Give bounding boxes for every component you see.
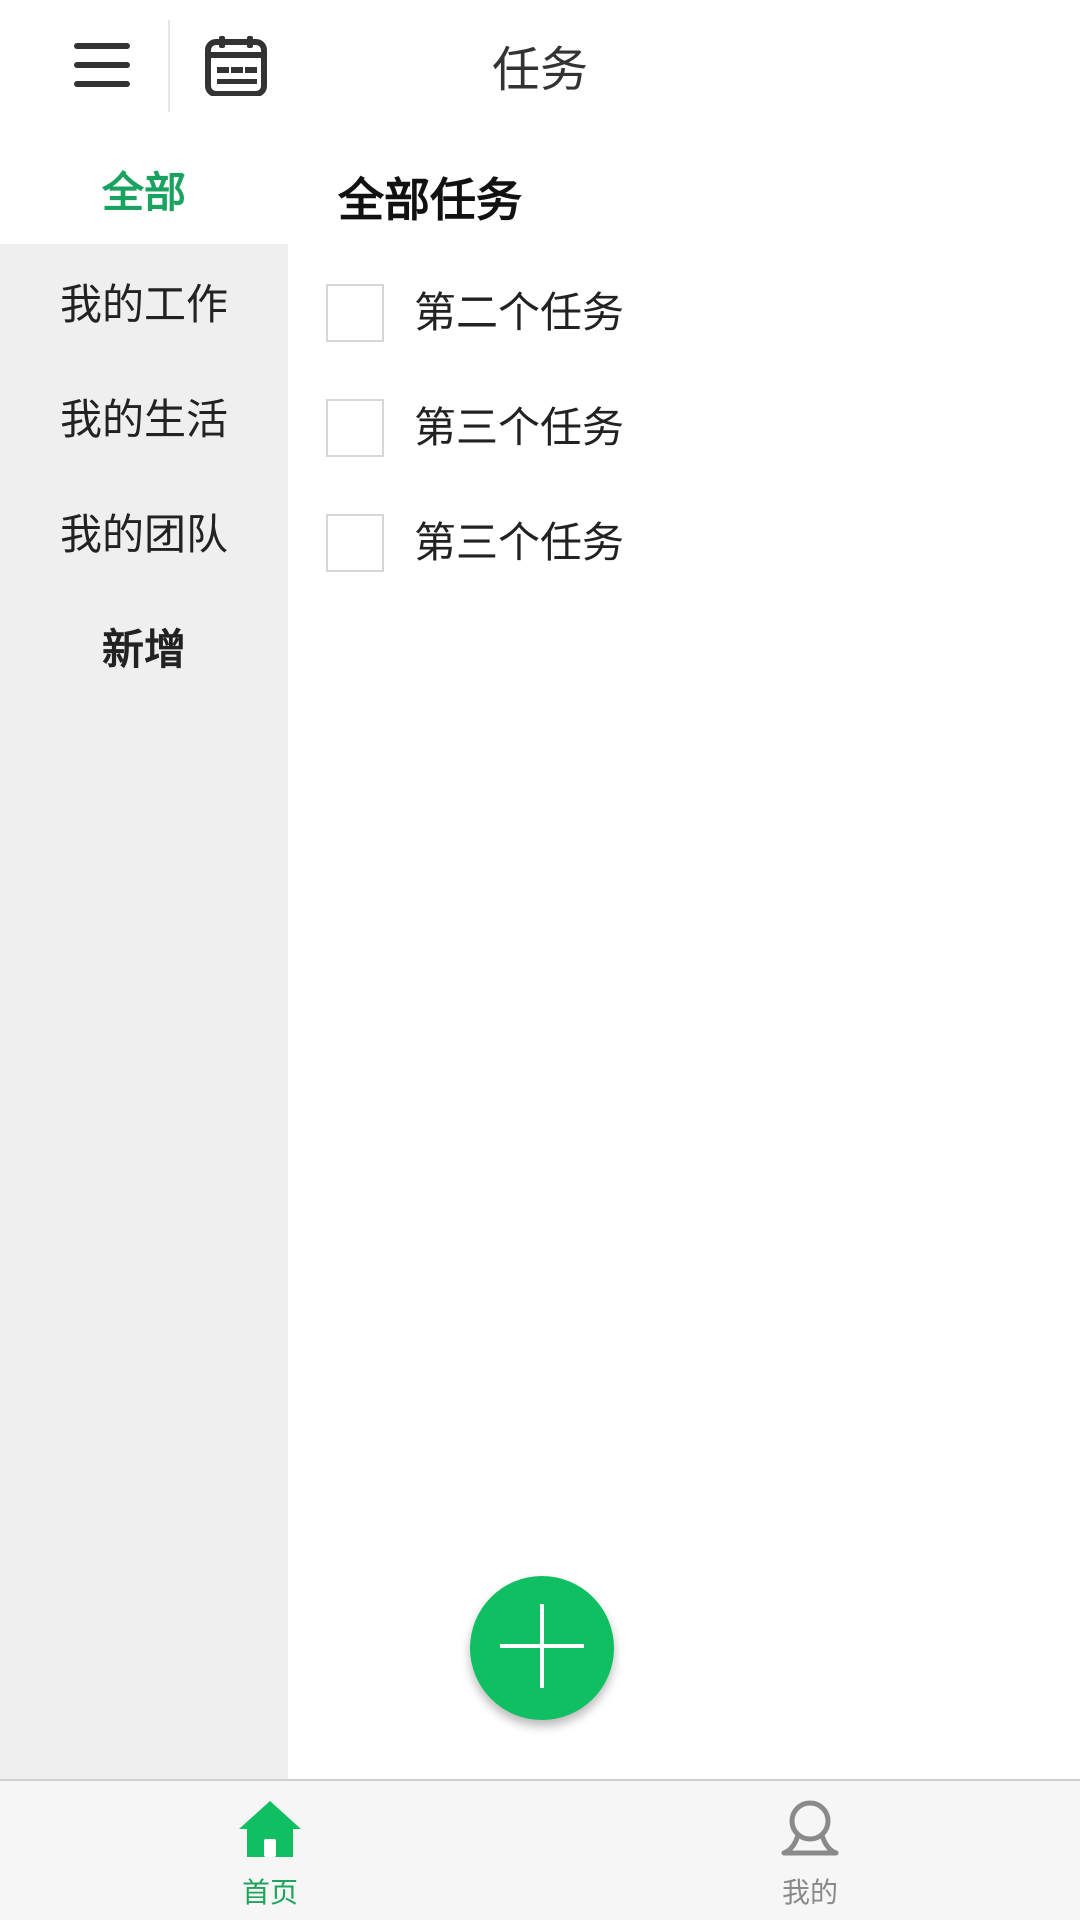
sidebar-item-my-life[interactable]: 我的生活 xyxy=(0,359,288,474)
menu-button[interactable] xyxy=(50,20,154,114)
sidebar-item-all[interactable]: 全部 xyxy=(0,134,288,244)
hamburger-menu-icon xyxy=(74,41,130,93)
section-title: 全部任务 xyxy=(338,173,522,227)
top-header: 任务 xyxy=(0,0,1080,134)
home-icon xyxy=(237,1799,303,1863)
task-panel: 全部任务 第二个任务 第三个任务 第三个任务 xyxy=(288,134,1080,1779)
task-label: 第三个任务 xyxy=(414,403,625,452)
bottom-tab-bar: 首页 我的 xyxy=(0,1779,1080,1920)
task-row[interactable]: 第三个任务 xyxy=(326,399,1026,514)
calendar-button[interactable] xyxy=(188,20,284,114)
task-checkbox[interactable] xyxy=(326,284,384,342)
tab-mine-label: 我的 xyxy=(781,1876,838,1909)
task-label: 第三个任务 xyxy=(414,518,625,567)
app-root: 任务 全部 我的工作 我的生活 我的团队 新增 全部任务 第二个任务 第三个任务… xyxy=(0,0,1080,1920)
sidebar-item-my-work[interactable]: 我的工作 xyxy=(0,244,288,359)
task-checkbox[interactable] xyxy=(326,399,384,457)
page-title: 任务 xyxy=(491,42,588,98)
add-task-button[interactable] xyxy=(470,1576,614,1720)
task-list: 第二个任务 第三个任务 第三个任务 xyxy=(326,284,1026,629)
person-icon xyxy=(780,1799,840,1863)
sidebar-item-my-team[interactable]: 我的团队 xyxy=(0,474,288,589)
sidebar-item-label: 我的工作 xyxy=(59,280,228,329)
sidebar-item-add[interactable]: 新增 xyxy=(0,589,288,704)
task-checkbox[interactable] xyxy=(326,514,384,572)
sidebar-item-label: 我的生活 xyxy=(59,395,228,444)
task-row[interactable]: 第三个任务 xyxy=(326,514,1026,629)
header-divider xyxy=(168,20,170,112)
category-sidebar: 全部 我的工作 我的生活 我的团队 新增 xyxy=(0,134,288,1779)
tab-home[interactable]: 首页 xyxy=(170,1799,370,1917)
tab-home-label: 首页 xyxy=(241,1876,298,1909)
sidebar-item-label: 全部 xyxy=(101,167,186,217)
sidebar-item-label: 新增 xyxy=(101,625,186,674)
sidebar-item-label: 我的团队 xyxy=(59,510,228,559)
calendar-icon xyxy=(205,34,267,100)
task-label: 第二个任务 xyxy=(414,288,625,337)
plus-icon xyxy=(500,1604,584,1692)
task-row[interactable]: 第二个任务 xyxy=(326,284,1026,399)
tab-mine[interactable]: 我的 xyxy=(710,1799,910,1917)
